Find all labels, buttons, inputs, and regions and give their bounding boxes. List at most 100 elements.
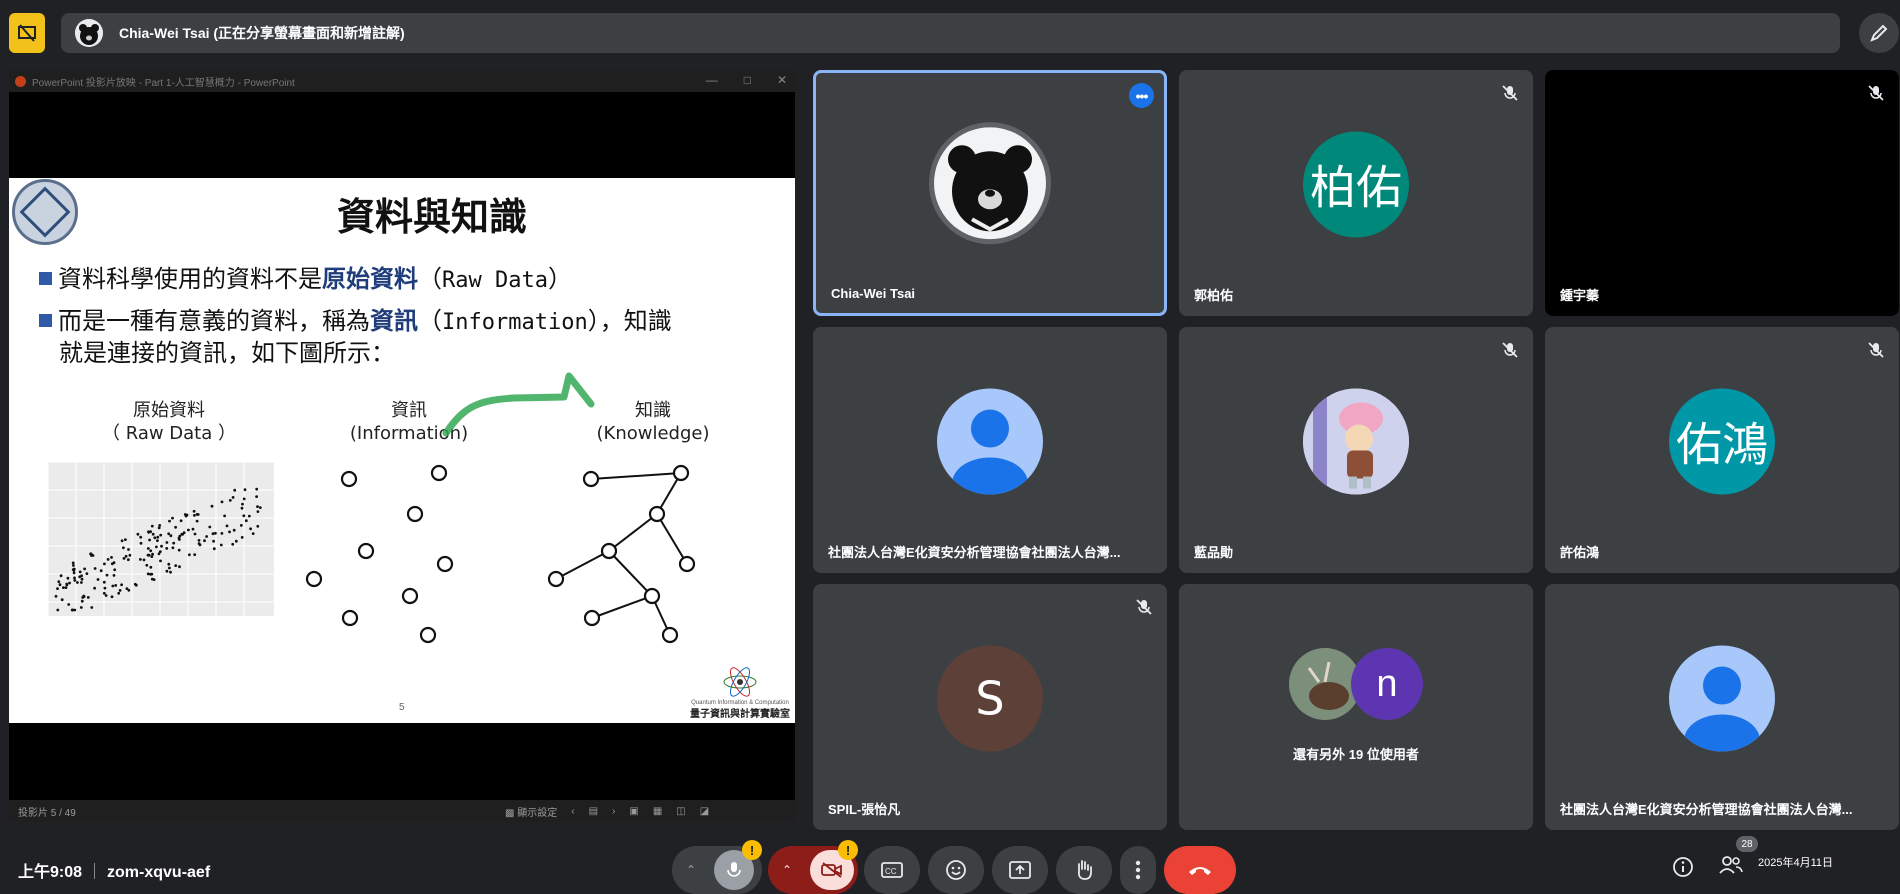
participant-name: 社團法人台灣E化資安分析管理協會社團法人台灣... bbox=[1560, 802, 1853, 817]
meeting-details-button[interactable] bbox=[1672, 856, 1694, 883]
annotation-stroke bbox=[442, 372, 595, 437]
mic-off-icon bbox=[1136, 599, 1152, 615]
sorter-view-icon[interactable]: ▦ bbox=[653, 806, 662, 817]
bottom-bar: 上午9:08 zom-xqvu-aef ⌃ ! ⌃ ! CC 28 2025年4月… bbox=[0, 836, 1900, 894]
hand-icon bbox=[1077, 860, 1092, 880]
present-screen-button[interactable] bbox=[992, 846, 1048, 894]
knowledge-node bbox=[661, 626, 679, 644]
initials-avatar: 佑鴻 bbox=[1669, 388, 1775, 495]
camera-warning-badge: ! bbox=[838, 840, 858, 860]
initials-avatar: 柏佑 bbox=[1303, 131, 1409, 238]
meeting-code: zom-xqvu-aef bbox=[107, 864, 211, 881]
date-label: 2025年4月11日 bbox=[1758, 857, 1834, 869]
participant-name: 藍品勛 bbox=[1194, 545, 1234, 560]
knowledge-node bbox=[672, 464, 690, 482]
emoji-icon bbox=[946, 860, 966, 880]
reading-view-icon[interactable]: ◫ bbox=[676, 806, 685, 817]
pen-icon bbox=[1870, 24, 1888, 42]
info-node bbox=[406, 505, 424, 523]
initials-avatar: S bbox=[937, 645, 1043, 752]
shared-screen: PowerPoint 投影片放映 - Part 1-人工智慧概力 - Power… bbox=[9, 70, 795, 822]
present-icon bbox=[1009, 861, 1031, 879]
top-bar: Chia-Wei Tsai (正在分享螢幕畫面和新增註解) bbox=[0, 0, 1900, 64]
participant-tile[interactable]: 柏佑 郭柏佑 bbox=[1179, 70, 1533, 316]
knowledge-node bbox=[582, 470, 600, 488]
participant-tile[interactable]: S SPIL-張怡凡 bbox=[813, 584, 1167, 830]
stop-presenting-button[interactable] bbox=[9, 13, 45, 53]
slide-page-number: 5 bbox=[399, 702, 405, 713]
video-options-chevron-icon[interactable]: ⌃ bbox=[782, 863, 792, 877]
participant-name: 社團法人台灣E化資安分析管理協會社團法人台灣... bbox=[828, 545, 1121, 560]
camera-off-icon bbox=[821, 862, 842, 878]
slide-menu-icon[interactable]: ▤ bbox=[589, 806, 598, 817]
participant-tile[interactable]: 佑鴻 許佑鴻 bbox=[1545, 327, 1899, 573]
knowledge-node bbox=[643, 587, 661, 605]
normal-view-icon[interactable]: ▣ bbox=[629, 806, 638, 817]
reactions-button[interactable] bbox=[928, 846, 984, 894]
lab-logo: Quantum Information & Computation 量子資訊與計… bbox=[685, 666, 795, 722]
knowledge-node bbox=[648, 505, 666, 523]
mic-off-icon bbox=[1502, 342, 1518, 358]
knowledge-node bbox=[678, 555, 696, 573]
participant-tile[interactable]: 藍品勛 bbox=[1179, 327, 1533, 573]
slide-counter: 投影片 5 / 49 bbox=[18, 807, 76, 819]
captions-icon: CC bbox=[881, 862, 903, 878]
info-node bbox=[357, 542, 375, 560]
hang-up-icon bbox=[1189, 867, 1211, 875]
slide: 資料與知識 資料科學使用的資料不是原始資料（Raw Data） 而是一種有意義的… bbox=[9, 178, 795, 723]
annotate-button[interactable] bbox=[1859, 13, 1899, 53]
participant-name: SPIL-張怡凡 bbox=[828, 802, 901, 817]
participant-tile[interactable]: 社團法人台灣E化資安分析管理協會社團法人台灣... bbox=[1545, 584, 1899, 830]
info-node bbox=[340, 470, 358, 488]
diagram-layer bbox=[305, 372, 696, 644]
slideshow-view-icon[interactable]: ◪ bbox=[700, 806, 709, 817]
knowledge-node bbox=[583, 609, 601, 627]
audio-options-chevron-icon[interactable]: ⌃ bbox=[686, 863, 696, 877]
presenter-avatar bbox=[75, 19, 103, 47]
powerpoint-window-title: PowerPoint 投影片放映 - Part 1-人工智慧概力 - Power… bbox=[32, 77, 295, 89]
participant-tile[interactable]: 鍾宇蓁 bbox=[1545, 70, 1899, 316]
more-options-menu-button[interactable] bbox=[1120, 846, 1156, 894]
mic-warning-badge: ! bbox=[742, 840, 762, 860]
people-icon bbox=[1719, 856, 1743, 874]
participant-tile-pinned[interactable]: ••• Chia-Wei Tsai bbox=[813, 70, 1167, 316]
powerpoint-statusbar: 投影片 5 / 49 ▩ 顯示設定 ‹ ▤ › ▣ ▦ ◫ ◪ bbox=[9, 800, 795, 822]
participant-name: 許佑鴻 bbox=[1560, 545, 1600, 560]
present-off-icon bbox=[18, 24, 36, 42]
display-settings-button[interactable]: ▩ 顯示設定 bbox=[505, 804, 557, 819]
default-person-avatar bbox=[937, 388, 1043, 495]
next-slide-button[interactable]: › bbox=[612, 806, 615, 817]
maximize-icon: □ bbox=[743, 73, 751, 87]
atom-icon bbox=[723, 667, 757, 697]
previous-slide-button[interactable]: ‹ bbox=[571, 806, 574, 817]
info-node bbox=[341, 609, 359, 627]
minimize-icon: — bbox=[705, 73, 718, 87]
info-node bbox=[305, 570, 323, 588]
powerpoint-titlebar: PowerPoint 投影片放映 - Part 1-人工智慧概力 - Power… bbox=[9, 70, 795, 92]
knowledge-node bbox=[547, 570, 565, 588]
info-node bbox=[419, 626, 437, 644]
more-participants-tile[interactable]: n 還有另外 19 位使用者 bbox=[1179, 584, 1533, 830]
mic-off-icon bbox=[1868, 85, 1884, 101]
meeting-info: 上午9:08 zom-xqvu-aef bbox=[18, 858, 210, 882]
more-options-button[interactable]: ••• bbox=[1129, 83, 1154, 108]
default-person-avatar bbox=[1669, 645, 1775, 752]
knowledge-node bbox=[600, 542, 618, 560]
people-button[interactable] bbox=[1718, 854, 1744, 881]
more-participants-label: 還有另外 19 位使用者 bbox=[1293, 747, 1419, 762]
mic-icon bbox=[727, 862, 741, 877]
svg-text:CC: CC bbox=[885, 867, 897, 876]
captions-button[interactable]: CC bbox=[864, 846, 920, 894]
info-icon bbox=[1673, 857, 1693, 877]
raise-hand-button[interactable] bbox=[1056, 846, 1112, 894]
initials-avatar: n bbox=[1351, 648, 1423, 720]
participant-tile[interactable]: 社團法人台灣E化資安分析管理協會社團法人台灣... bbox=[813, 327, 1167, 573]
participant-count-badge: 28 bbox=[1736, 836, 1758, 852]
participant-name: 郭柏佑 bbox=[1194, 288, 1234, 303]
powerpoint-icon bbox=[15, 75, 26, 87]
anime-avatar bbox=[1303, 388, 1409, 495]
leave-call-button[interactable] bbox=[1164, 846, 1236, 894]
presenter-name: Chia-Wei Tsai (正在分享螢幕畫面和新增註解) bbox=[119, 25, 405, 41]
presenter-banner: Chia-Wei Tsai (正在分享螢幕畫面和新增註解) bbox=[61, 13, 1840, 53]
current-time: 上午9:08 bbox=[18, 864, 83, 881]
